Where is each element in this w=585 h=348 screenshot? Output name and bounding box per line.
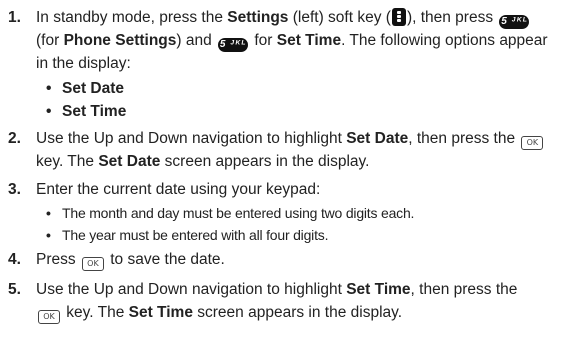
ok-key-icon: OK	[81, 257, 104, 271]
bullet-icon: •	[46, 80, 52, 97]
bullet-icon: •	[46, 205, 51, 221]
key-5-icon: 5 ᴶᴷᴸ	[499, 15, 530, 29]
set-time-label: Set Time	[276, 32, 342, 49]
step-number: 4.	[8, 251, 21, 268]
step-number: 3.	[8, 181, 21, 198]
step-number: 5.	[8, 281, 21, 298]
ok-key-icon: OK	[521, 136, 544, 150]
step-text: Use the Up and Down navigation to highli…	[36, 127, 579, 173]
key-5-icon: 5 ᴶᴷᴸ	[218, 38, 249, 52]
step-text: In standby mode, press the Settings (lef…	[36, 8, 548, 72]
bullet-icon: •	[46, 103, 52, 120]
step-text: Press OK to save the date.	[36, 248, 579, 271]
step-text: Enter the current date using your keypad…	[36, 181, 321, 198]
bullet-icon: •	[46, 227, 51, 243]
settings-label: Settings	[227, 9, 289, 26]
ok-key-icon: OK	[38, 310, 60, 324]
step-number: 2.	[8, 130, 21, 147]
left-soft-key-icon	[391, 8, 406, 26]
step-number: 1.	[8, 9, 21, 26]
phone-settings-label: Phone Settings	[63, 32, 177, 49]
step-text: Use the Up and Down navigation to highli…	[36, 278, 579, 324]
